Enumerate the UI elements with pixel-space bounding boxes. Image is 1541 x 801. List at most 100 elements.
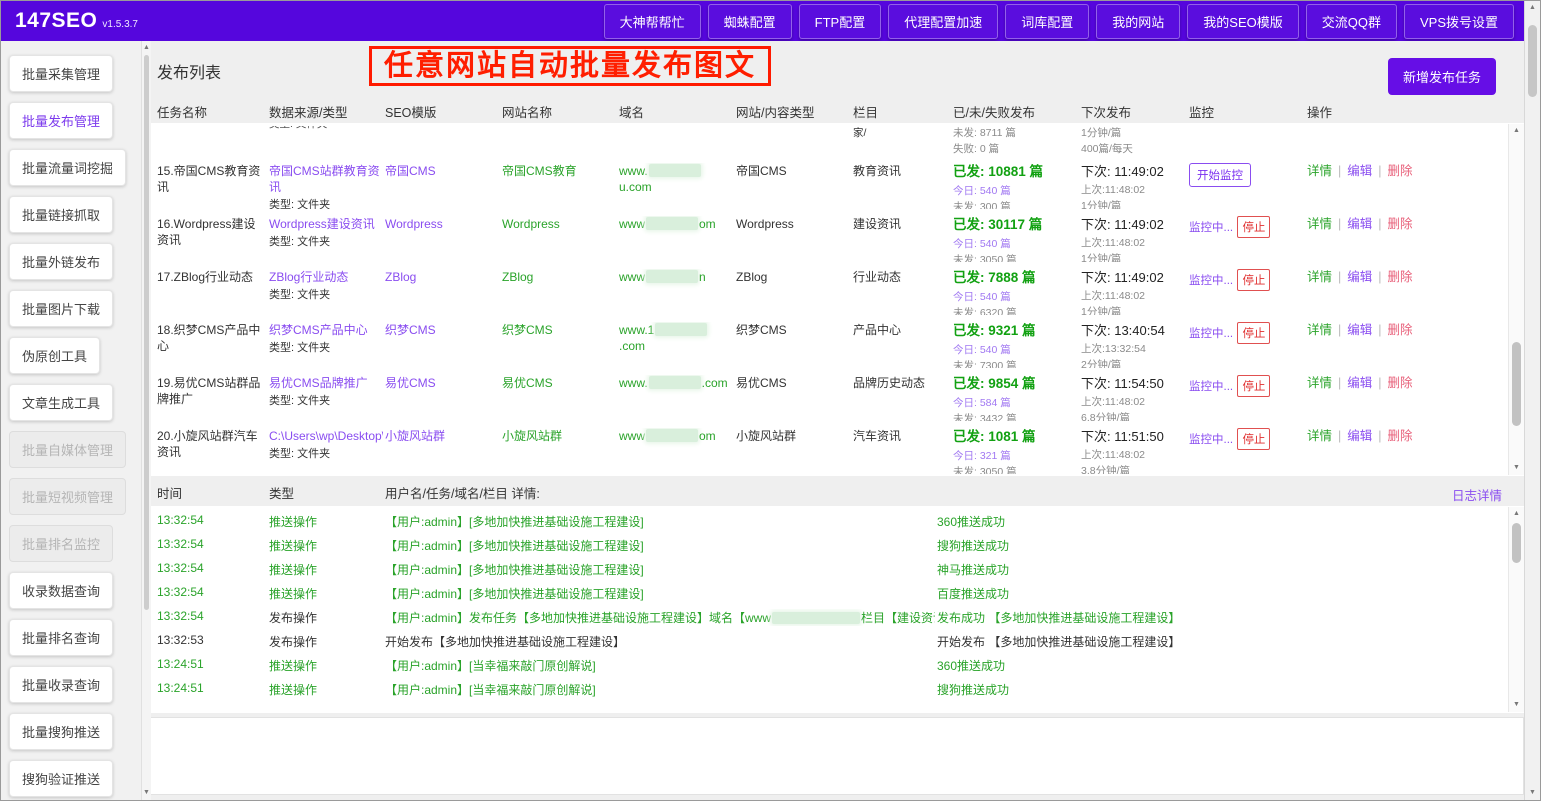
detail-link[interactable]: 详情 <box>1307 270 1332 284</box>
scroll-up-icon[interactable]: ▲ <box>1509 509 1524 519</box>
detail-link[interactable]: 详情 <box>1307 323 1332 337</box>
log-detail: 【用户:admin】发布任务【多地加快推进基础设施工程建设】域名【www栏目【建… <box>385 609 935 626</box>
table-row: 15.帝国CMS教育资讯 帝国CMS站群教育资讯 类型: 文件夹 帝国CMS 帝… <box>151 156 1524 209</box>
unpublished-count: 未发: 300 篇 <box>953 200 1079 209</box>
published-count: 已发: 30117 篇 <box>953 216 1079 234</box>
sidebar-item[interactable]: 批量流量词挖掘 <box>9 149 126 186</box>
actions-cell: 详情|编辑|删除 <box>1307 163 1506 209</box>
add-task-button[interactable]: 新增发布任务 <box>1388 58 1496 95</box>
next-publish-time: 下次: 11:49:02 <box>1081 216 1187 234</box>
sidebar-scrollbar[interactable]: ▲ ▼ <box>141 41 151 800</box>
stop-monitor-button[interactable]: 停止 <box>1237 428 1270 450</box>
log-detail-text: 【用户:admin】[当幸福来敲门原创解说] <box>385 659 596 673</box>
domain-suffix: om <box>699 429 716 443</box>
task-table: 类型: 文件夹 家/ 未发: 8711 篇 失败: 0 篇 1分钟/篇 400篇… <box>151 123 1524 476</box>
topbar-nav-item[interactable]: 词库配置 <box>1005 4 1089 39</box>
sidebar-item[interactable]: 批量发布管理 <box>9 102 113 139</box>
promo-banner: 任意网站自动批量发布图文 <box>369 46 771 86</box>
log-detail-post: 栏目【建设资讯】 <box>861 611 935 625</box>
app-window: 147SEO v1.5.3.7 大神帮帮忙蜘蛛配置FTP配置代理配置加速词库配置… <box>1 1 1540 800</box>
seo-template: ZBlog <box>385 269 500 315</box>
delete-link[interactable]: 删除 <box>1388 164 1413 178</box>
edit-link[interactable]: 编辑 <box>1347 270 1372 284</box>
sidebar-item[interactable]: 批量图片下载 <box>9 290 113 327</box>
table-header: 任务名称数据来源/类型SEO模版网站名称域名网站/内容类型栏目已/未/失败发布下… <box>151 99 1524 123</box>
stop-monitor-button[interactable]: 停止 <box>1237 322 1270 344</box>
log-detail-link[interactable]: 日志详情 <box>1452 485 1502 504</box>
log-detail: 【用户:admin】[当幸福来敲门原创解说] <box>385 657 935 674</box>
log-col-type: 类型 <box>269 483 383 502</box>
main-scrollbar-thumb[interactable] <box>1528 25 1537 97</box>
scroll-up-icon[interactable]: ▲ <box>142 43 151 53</box>
data-source-fragment: 类型: 文件夹 <box>269 126 383 131</box>
schedule-cell: 下次: 13:40:54 上次:13:32:54 2分钟/篇 540篇/每天 <box>1081 322 1187 368</box>
log-status: 360推送成功 <box>937 657 1506 674</box>
scroll-up-icon[interactable]: ▲ <box>1525 3 1540 13</box>
sidebar-item[interactable]: 收录数据查询 <box>9 572 113 609</box>
edit-link[interactable]: 编辑 <box>1347 164 1372 178</box>
log-scrollbar[interactable]: ▲ ▼ <box>1508 507 1524 712</box>
delete-link[interactable]: 删除 <box>1388 429 1413 443</box>
log-detail: 【用户:admin】[多地加快推进基础设施工程建设] <box>385 561 935 578</box>
delete-link[interactable]: 删除 <box>1388 217 1413 231</box>
sidebar-item[interactable]: 批量收录查询 <box>9 666 113 703</box>
sidebar-item[interactable]: 文章生成工具 <box>9 384 113 421</box>
sidebar-item[interactable]: 批量链接抓取 <box>9 196 113 233</box>
scroll-down-icon[interactable]: ▼ <box>1525 788 1540 798</box>
detail-link[interactable]: 详情 <box>1307 429 1332 443</box>
detail-link[interactable]: 详情 <box>1307 376 1332 390</box>
delete-link[interactable]: 删除 <box>1388 376 1413 390</box>
domain-suffix: u.com <box>619 180 652 194</box>
detail-link[interactable]: 详情 <box>1307 217 1332 231</box>
last-publish-time: 上次:11:48:02 <box>1081 395 1187 409</box>
sidebar-item[interactable]: 批量采集管理 <box>9 55 113 92</box>
next-publish-time: 下次: 11:54:50 <box>1081 375 1187 393</box>
log-row: 13:32:54 推送操作 【用户:admin】[多地加快推进基础设施工程建设]… <box>151 537 1524 561</box>
topbar-nav-item[interactable]: 我的SEO模版 <box>1187 4 1298 39</box>
detail-link[interactable]: 详情 <box>1307 164 1332 178</box>
action-separator: | <box>1338 323 1341 337</box>
log-scrollbar-thumb[interactable] <box>1512 523 1521 563</box>
scroll-down-icon[interactable]: ▼ <box>1509 463 1524 473</box>
sidebar-item[interactable]: 伪原创工具 <box>9 337 100 374</box>
scroll-down-icon[interactable]: ▼ <box>1509 700 1524 710</box>
edit-link[interactable]: 编辑 <box>1347 429 1372 443</box>
topbar-nav-item[interactable]: 代理配置加速 <box>888 4 998 39</box>
topbar-nav-item[interactable]: VPS拨号设置 <box>1404 4 1514 39</box>
topbar-nav-item[interactable]: 我的网站 <box>1096 4 1180 39</box>
start-monitor-button[interactable]: 开始监控 <box>1189 163 1251 187</box>
publish-rate: 1分钟/篇 <box>1081 199 1187 209</box>
scroll-down-icon[interactable]: ▼ <box>142 788 151 798</box>
edit-link[interactable]: 编辑 <box>1347 376 1372 390</box>
edit-link[interactable]: 编辑 <box>1347 323 1372 337</box>
stop-monitor-button[interactable]: 停止 <box>1237 375 1270 397</box>
sidebar-item[interactable]: 批量外链发布 <box>9 243 113 280</box>
today-count: 今日: 540 篇 <box>953 343 1079 357</box>
column-name: 品牌历史动态 <box>853 375 951 421</box>
table-row: 18.织梦CMS产品中心 织梦CMS产品中心 类型: 文件夹 织梦CMS 织梦C… <box>151 315 1524 368</box>
data-source-cell: ZBlog行业动态 类型: 文件夹 <box>269 269 383 315</box>
delete-link[interactable]: 删除 <box>1388 270 1413 284</box>
topbar-nav-item[interactable]: 蜘蛛配置 <box>708 4 792 39</box>
stop-monitor-button[interactable]: 停止 <box>1237 269 1270 291</box>
sidebar-scrollbar-thumb[interactable] <box>144 55 149 610</box>
delete-link[interactable]: 删除 <box>1388 323 1413 337</box>
log-status: 360推送成功 <box>937 513 1506 530</box>
schedule-cell: 下次: 11:49:02 上次:11:48:02 1分钟/篇 540篇/每天 <box>1081 216 1187 262</box>
table-scrollbar[interactable]: ▲ ▼ <box>1508 124 1524 475</box>
edit-link[interactable]: 编辑 <box>1347 217 1372 231</box>
unpublished-count: 未发: 3050 篇 <box>953 253 1079 262</box>
main-scrollbar[interactable]: ▲ ▼ <box>1524 1 1540 800</box>
sidebar-item[interactable]: 搜狗验证推送 <box>9 760 113 797</box>
sidebar-item[interactable]: 批量排名查询 <box>9 619 113 656</box>
topbar-nav-item[interactable]: FTP配置 <box>799 4 882 39</box>
topbar-nav-item[interactable]: 大神帮帮忙 <box>604 4 701 39</box>
sidebar-item[interactable]: 批量搜狗推送 <box>9 713 113 750</box>
topbar-nav-item[interactable]: 交流QQ群 <box>1306 4 1397 39</box>
today-count: 今日: 540 篇 <box>953 237 1079 251</box>
action-separator: | <box>1338 376 1341 390</box>
monitoring-label: 监控中... <box>1189 328 1233 340</box>
stop-monitor-button[interactable]: 停止 <box>1237 216 1270 238</box>
table-scrollbar-thumb[interactable] <box>1512 342 1521 426</box>
scroll-up-icon[interactable]: ▲ <box>1509 126 1524 136</box>
